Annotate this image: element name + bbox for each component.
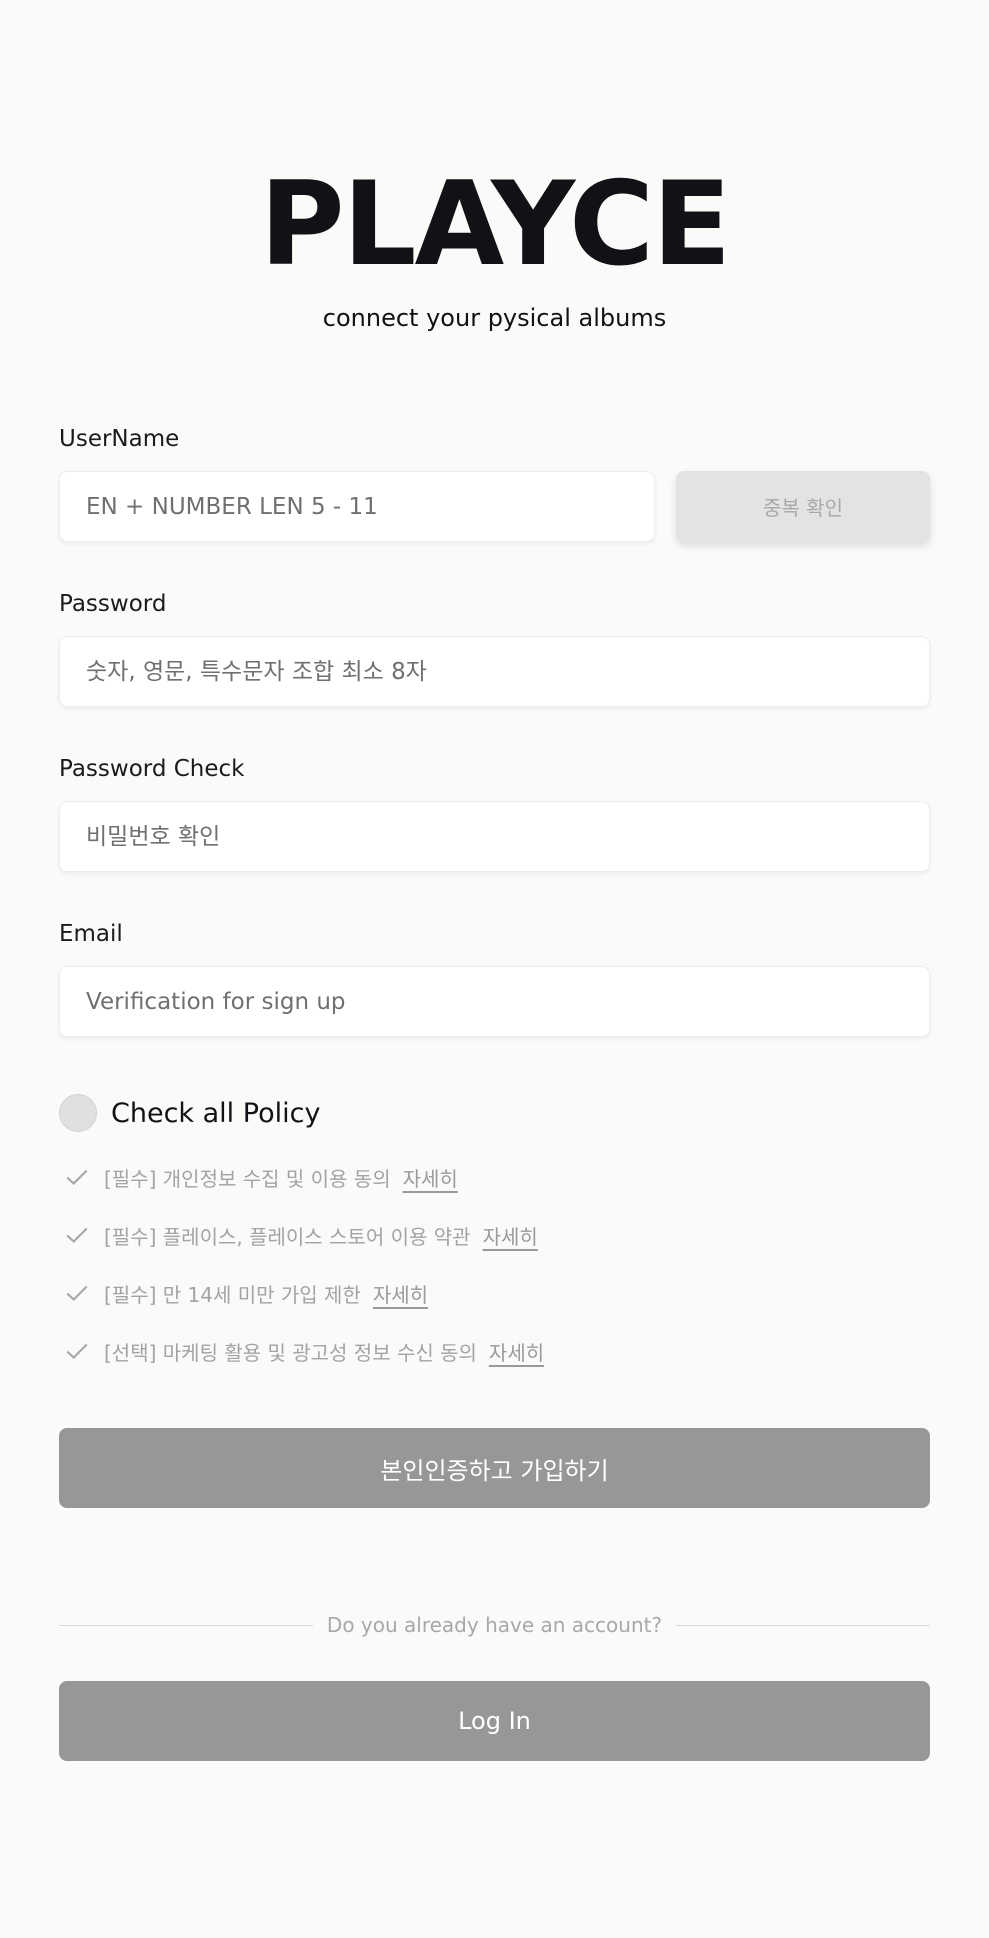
divider-text: Do you already have an account? (326, 1613, 663, 1637)
check-all-policy[interactable]: Check all Policy (59, 1093, 320, 1133)
password-check-input[interactable] (59, 801, 930, 872)
policy-text: [선택] 마케팅 활용 및 광고성 정보 수신 동의 (104, 1340, 477, 1365)
logo: PLAYCE (259, 157, 732, 292)
divider-line-left (59, 1624, 313, 1626)
username-label: UserName (59, 426, 180, 452)
duplicate-check-button[interactable]: 중복 확인 (676, 471, 930, 542)
tagline: connect your pysical albums (322, 304, 667, 332)
divider-line-right (676, 1624, 930, 1626)
check-all-label: Check all Policy (111, 1097, 321, 1129)
password-label: Password (59, 591, 167, 617)
check-icon[interactable] (64, 1222, 90, 1248)
policy-detail-link[interactable]: 자세히 (373, 1279, 428, 1308)
policy-detail-link[interactable]: 자세히 (403, 1163, 458, 1192)
policy-item[interactable]: [필수] 플레이스, 플레이스 스토어 이용 약관 자세히 (64, 1216, 544, 1254)
signup-button[interactable]: 본인인증하고 가입하기 (59, 1428, 930, 1508)
check-icon[interactable] (64, 1280, 90, 1306)
password-check-label: Password Check (59, 756, 245, 782)
check-icon[interactable] (64, 1164, 90, 1190)
email-label: Email (59, 921, 123, 947)
email-input[interactable] (59, 966, 930, 1037)
policy-detail-link[interactable]: 자세히 (489, 1337, 544, 1366)
policy-text: [필수] 만 14세 미만 가입 제한 (104, 1282, 361, 1307)
check-icon[interactable] (64, 1338, 90, 1364)
login-button[interactable]: Log In (59, 1681, 930, 1761)
policy-item[interactable]: [선택] 마케팅 활용 및 광고성 정보 수신 동의 자세히 (64, 1332, 544, 1370)
policy-detail-link[interactable]: 자세히 (483, 1221, 538, 1250)
policy-item[interactable]: [필수] 개인정보 수집 및 이용 동의 자세히 (64, 1158, 544, 1196)
password-input[interactable] (59, 636, 930, 707)
policy-list: [필수] 개인정보 수집 및 이용 동의 자세히 [필수] 플레이스, 플레이스… (64, 1158, 544, 1390)
username-input[interactable] (59, 471, 655, 542)
policy-item[interactable]: [필수] 만 14세 미만 가입 제한 자세히 (64, 1274, 544, 1312)
check-all-checkbox[interactable] (59, 1094, 97, 1132)
policy-text: [필수] 개인정보 수집 및 이용 동의 (104, 1166, 391, 1191)
policy-text: [필수] 플레이스, 플레이스 스토어 이용 약관 (104, 1224, 471, 1249)
account-divider: Do you already have an account? (59, 1613, 930, 1637)
